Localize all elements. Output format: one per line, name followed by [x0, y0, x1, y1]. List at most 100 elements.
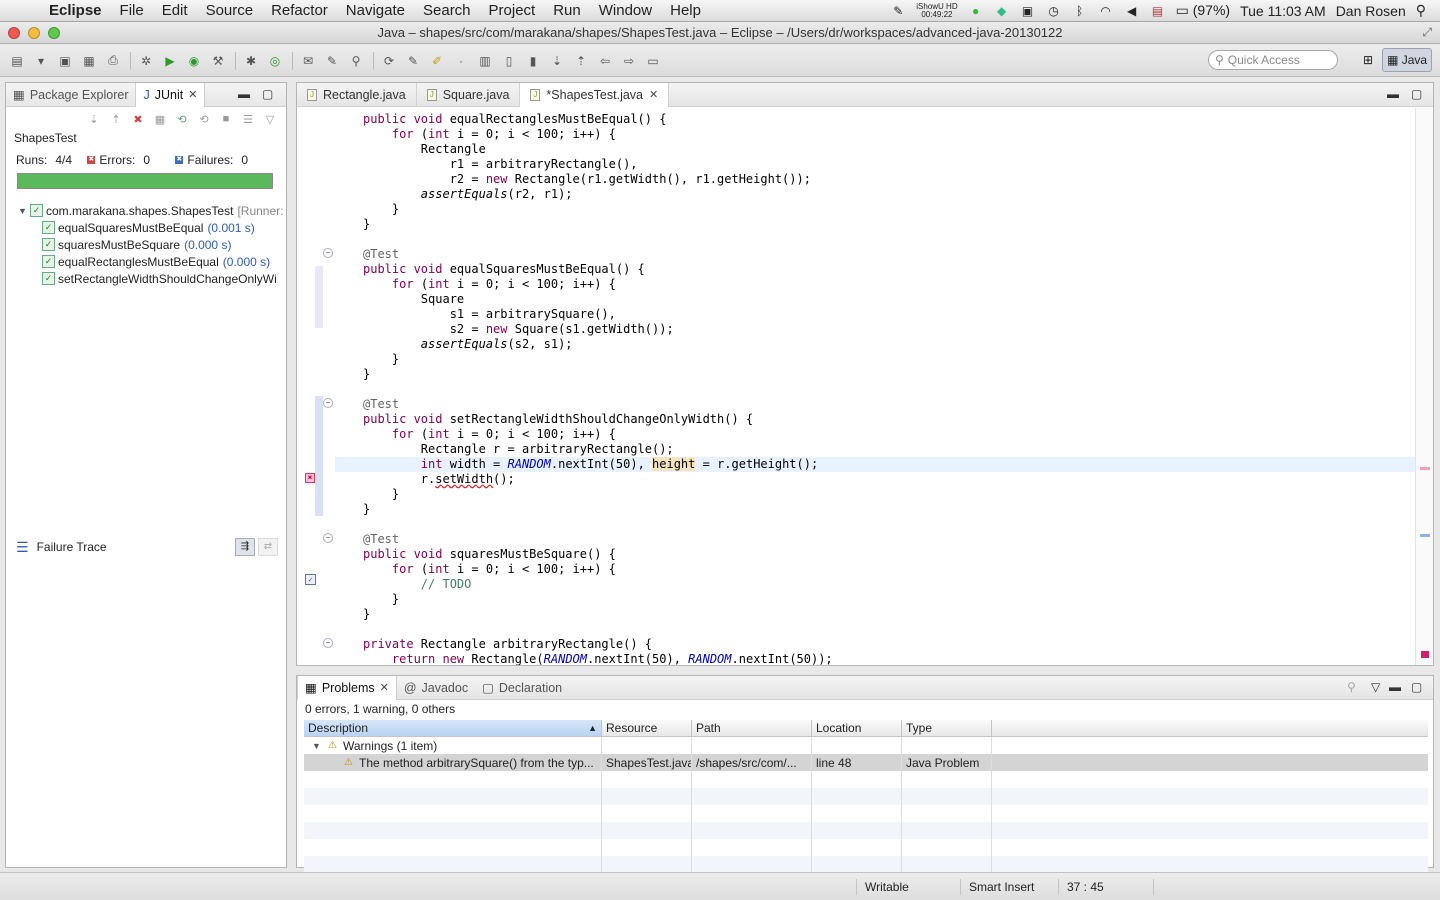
- minimize-icon[interactable]: ▬: [1387, 87, 1399, 101]
- menu-window[interactable]: Window: [590, 2, 661, 19]
- wifi-icon[interactable]: ◠: [1098, 4, 1114, 18]
- problems-table[interactable]: Description ▲ Resource Path Location Type…: [304, 720, 1428, 873]
- menu-app[interactable]: Eclipse: [40, 2, 111, 19]
- table-row-group[interactable]: ▼ ⚠ Warnings (1 item): [304, 737, 1428, 754]
- tree-item-test[interactable]: ✓ equalSquaresMustBeEqual (0.001 s): [18, 219, 286, 236]
- task-marker-icon[interactable]: ✓: [305, 574, 316, 585]
- filter-stack-icon[interactable]: ⇶: [235, 538, 255, 556]
- ruler-error-mark[interactable]: [1421, 651, 1429, 658]
- pin-editor-icon[interactable]: ▭: [642, 50, 664, 72]
- expand-triangle-icon[interactable]: ▼: [312, 741, 324, 751]
- show-whitespace-icon[interactable]: ·: [450, 50, 472, 72]
- window-zoom-button[interactable]: [48, 26, 60, 39]
- menu-refactor[interactable]: Refactor: [262, 2, 337, 19]
- tab-rectangle-java[interactable]: J Rectangle.java: [297, 82, 417, 107]
- scroll-lock-icon[interactable]: ▦: [152, 113, 168, 126]
- fullscreen-icon[interactable]: ⤢: [1422, 25, 1432, 40]
- perspective-java-button[interactable]: ▦ Java: [1382, 48, 1433, 72]
- ruler-occurrence-mark[interactable]: [1420, 467, 1430, 470]
- open-type-icon[interactable]: ✉: [297, 50, 319, 72]
- table-row[interactable]: ⚠ The method arbitrarySquare() from the …: [304, 754, 1428, 771]
- menubar-clock[interactable]: Tue 11:03 AM: [1240, 3, 1326, 19]
- view-menu-icon[interactable]: ▽: [1371, 680, 1380, 694]
- overview-ruler[interactable]: [1415, 108, 1433, 665]
- code-area[interactable]: ✖ ✓ − − − − public void equalRectanglesM…: [297, 108, 1433, 665]
- block-selection-icon[interactable]: ▥: [474, 50, 496, 72]
- battery-status[interactable]: ▭ (97%): [1176, 2, 1230, 19]
- external-tools-icon[interactable]: ⚒: [207, 50, 229, 72]
- quick-access-field[interactable]: ⚲ Quick Access: [1208, 50, 1338, 70]
- tab-package-explorer[interactable]: ▦ Package Explorer: [6, 83, 135, 107]
- menu-file[interactable]: File: [111, 2, 153, 19]
- rerun-test-icon[interactable]: ⟲: [174, 113, 190, 126]
- rerun-failed-first-icon[interactable]: ⟲: [196, 113, 212, 126]
- spotlight-icon[interactable]: ⚲: [1416, 2, 1426, 19]
- highlight-icon[interactable]: ✐: [426, 50, 448, 72]
- status-dot-icon[interactable]: ●: [968, 4, 984, 18]
- time-machine-icon[interactable]: ◷: [1046, 4, 1062, 18]
- maximize-icon[interactable]: ▢: [1411, 680, 1422, 694]
- menubar-user[interactable]: Dan Rosen: [1336, 3, 1406, 19]
- word-wrap-icon[interactable]: ▯: [498, 50, 520, 72]
- flag-icon[interactable]: ▤: [1150, 4, 1166, 18]
- expand-triangle-icon[interactable]: ▼: [18, 206, 30, 216]
- window-minimize-button[interactable]: [28, 26, 40, 39]
- debug-icon[interactable]: ✲: [135, 50, 157, 72]
- maximize-icon[interactable]: ▢: [1411, 87, 1422, 101]
- fold-toggle-icon[interactable]: −: [323, 638, 333, 648]
- close-icon[interactable]: ✕: [649, 88, 658, 101]
- ruler-task-mark[interactable]: [1420, 534, 1430, 537]
- search-icon[interactable]: ⚲: [345, 50, 367, 72]
- close-icon[interactable]: ✕: [188, 88, 197, 101]
- menu-edit[interactable]: Edit: [153, 2, 197, 19]
- run-icon[interactable]: ▶: [159, 50, 181, 72]
- compare-result-icon[interactable]: ⇄: [258, 538, 278, 556]
- close-icon[interactable]: ✕: [380, 681, 389, 694]
- open-perspective-icon[interactable]: ⊞: [1358, 48, 1378, 72]
- coverage-icon[interactable]: ◉: [183, 50, 205, 72]
- status-insert-mode[interactable]: Smart Insert: [960, 879, 1058, 895]
- view-menu-icon[interactable]: ▽: [262, 113, 278, 126]
- new-icon[interactable]: ▤: [6, 50, 28, 72]
- next-failure-icon[interactable]: ⇣: [86, 113, 102, 126]
- toggle-link-icon[interactable]: ⟳: [378, 50, 400, 72]
- tab-shapestest-java[interactable]: J *ShapesTest.java ✕: [520, 82, 670, 107]
- back-icon[interactable]: ⇦: [594, 50, 616, 72]
- previous-failure-icon[interactable]: ⇡: [108, 113, 124, 126]
- minimize-icon[interactable]: ▬: [1389, 680, 1401, 694]
- column-description[interactable]: Description ▲: [304, 720, 602, 736]
- open-task-icon[interactable]: ✎: [321, 50, 343, 72]
- tree-item-test[interactable]: ✓ equalRectanglesMustBeEqual (0.000 s): [18, 253, 286, 270]
- show-failures-only-icon[interactable]: ✖: [130, 113, 146, 126]
- dropbox-icon[interactable]: ◆: [994, 4, 1010, 18]
- tab-javadoc[interactable]: @ Javadoc: [397, 676, 475, 700]
- menu-search[interactable]: Search: [414, 2, 480, 19]
- new-class-icon[interactable]: ◎: [264, 50, 286, 72]
- mark-occurrences-icon[interactable]: ✎: [402, 50, 424, 72]
- fold-toggle-icon[interactable]: −: [323, 248, 333, 258]
- toggle-breadcrumb-icon[interactable]: ▮: [522, 50, 544, 72]
- new-java-project-icon[interactable]: ✱: [240, 50, 262, 72]
- ishowu-indicator[interactable]: iShowU HD 00:49:22: [916, 2, 957, 19]
- stop-icon[interactable]: ■: [218, 113, 234, 125]
- fold-toggle-icon[interactable]: −: [323, 533, 333, 543]
- tab-problems[interactable]: ▦ Problems ✕: [297, 675, 397, 700]
- menu-navigate[interactable]: Navigate: [337, 2, 414, 19]
- save-all-icon[interactable]: ▦: [78, 50, 100, 72]
- pin-icon[interactable]: ⚲: [1347, 680, 1356, 694]
- fold-toggle-icon[interactable]: −: [323, 398, 333, 408]
- volume-icon[interactable]: ◀: [1124, 4, 1140, 18]
- new-dropdown-icon[interactable]: ▾: [30, 50, 52, 72]
- error-marker-icon[interactable]: ✖: [305, 473, 315, 483]
- print-icon[interactable]: ⎙: [102, 50, 124, 72]
- minimize-icon[interactable]: ▬: [238, 87, 250, 101]
- previous-annotation-icon[interactable]: ⇡: [570, 50, 592, 72]
- bluetooth-icon[interactable]: ᛒ: [1072, 4, 1088, 18]
- menu-source[interactable]: Source: [197, 2, 263, 19]
- next-annotation-icon[interactable]: ⇣: [546, 50, 568, 72]
- maximize-icon[interactable]: ▢: [262, 87, 273, 101]
- menu-project[interactable]: Project: [480, 2, 545, 19]
- test-run-history-icon[interactable]: ☰: [240, 113, 256, 126]
- forward-icon[interactable]: ⇨: [618, 50, 640, 72]
- menu-run[interactable]: Run: [544, 2, 590, 19]
